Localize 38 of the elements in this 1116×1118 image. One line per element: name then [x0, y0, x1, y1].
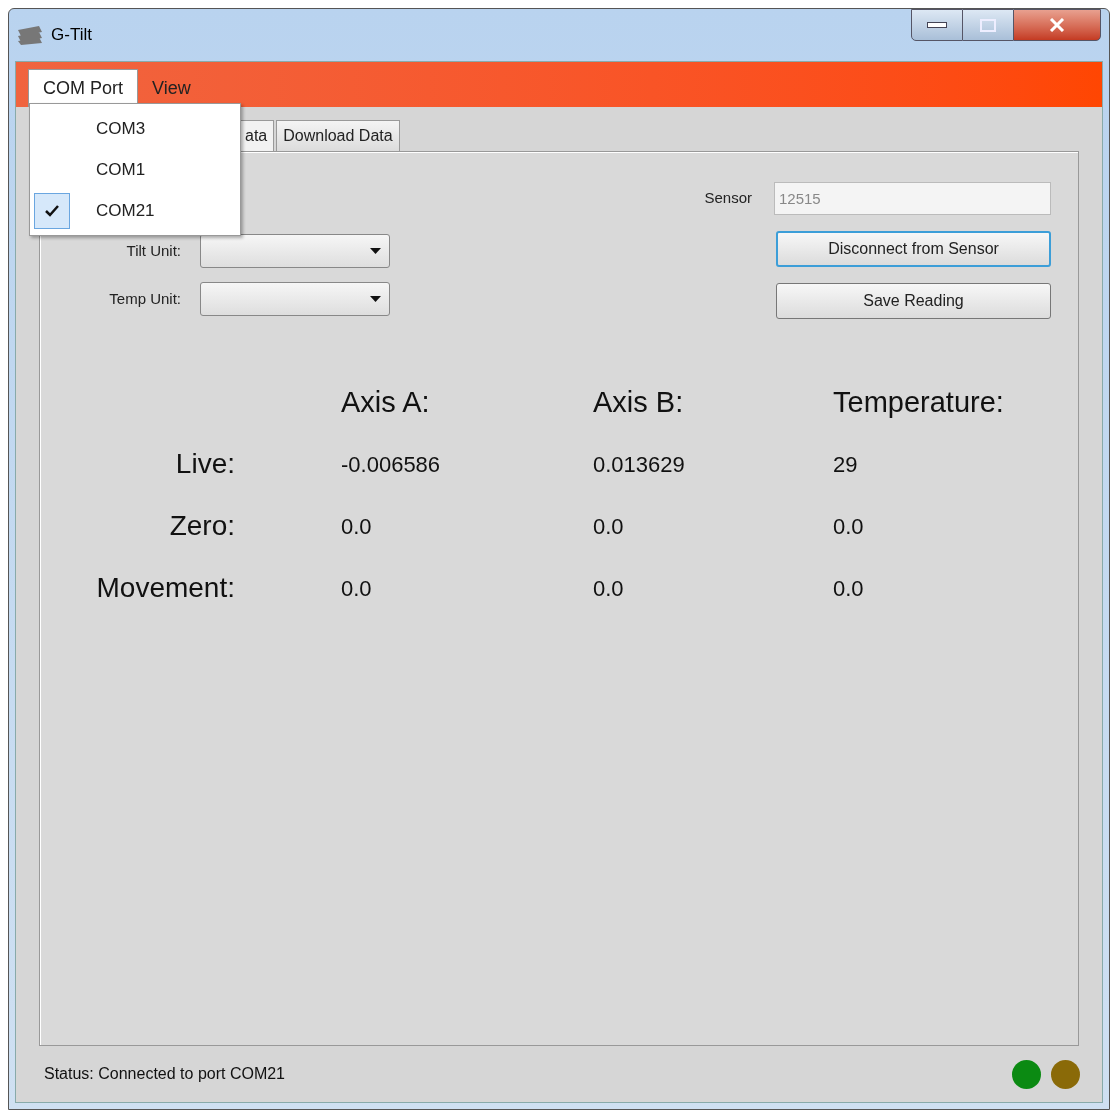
column-heading: Temperature:: [833, 385, 1005, 420]
reading-value: 0.013629: [593, 450, 686, 479]
app-icon: [17, 24, 43, 46]
field-label: Temp Unit:: [108, 288, 181, 309]
column-heading: Axis B:: [593, 385, 685, 420]
unit-dropdown[interactable]: [200, 282, 390, 316]
window-title: G-Tilt: [51, 24, 92, 47]
dropdown-arrow-icon: [370, 296, 381, 302]
menu-entry[interactable]: COM3: [30, 108, 240, 149]
field-label: Tilt Unit:: [125, 240, 181, 261]
unit-dropdown[interactable]: [200, 234, 390, 268]
check-icon: [45, 204, 59, 217]
maximize-button[interactable]: [963, 9, 1013, 41]
close-button[interactable]: [1013, 9, 1101, 41]
sensor-label: Sensor: [704, 188, 752, 209]
status-text: Status: Connected to port COM21: [44, 1064, 285, 1084]
menu-entry[interactable]: COM1: [30, 149, 240, 190]
menu-item[interactable]: COM Port: [28, 69, 138, 107]
row-label: Zero:: [168, 509, 235, 543]
reading-value: 0.0: [341, 512, 373, 541]
tab[interactable]: Download Data: [276, 120, 400, 151]
reading-value: 0.0: [593, 512, 625, 541]
reading-value: 0.0: [833, 512, 865, 541]
column-heading: Axis A:: [341, 385, 431, 420]
dropdown-arrow-icon: [370, 248, 381, 254]
reading-value: 0.0: [341, 574, 373, 603]
menu-item[interactable]: View: [138, 69, 205, 107]
action-button[interactable]: Disconnect from Sensor: [776, 231, 1051, 267]
menu-entry[interactable]: COM21: [30, 190, 240, 231]
close-icon: [1049, 18, 1065, 32]
action-button[interactable]: Save Reading: [776, 283, 1051, 319]
row-label: Movement:: [95, 571, 235, 605]
row-label: Live:: [174, 447, 235, 481]
reading-value: -0.006586: [341, 450, 442, 479]
reading-value: 0.0: [593, 574, 625, 603]
reading-value: 0.0: [833, 574, 865, 603]
reading-value: 29: [833, 450, 859, 479]
minimize-button[interactable]: [911, 9, 963, 41]
